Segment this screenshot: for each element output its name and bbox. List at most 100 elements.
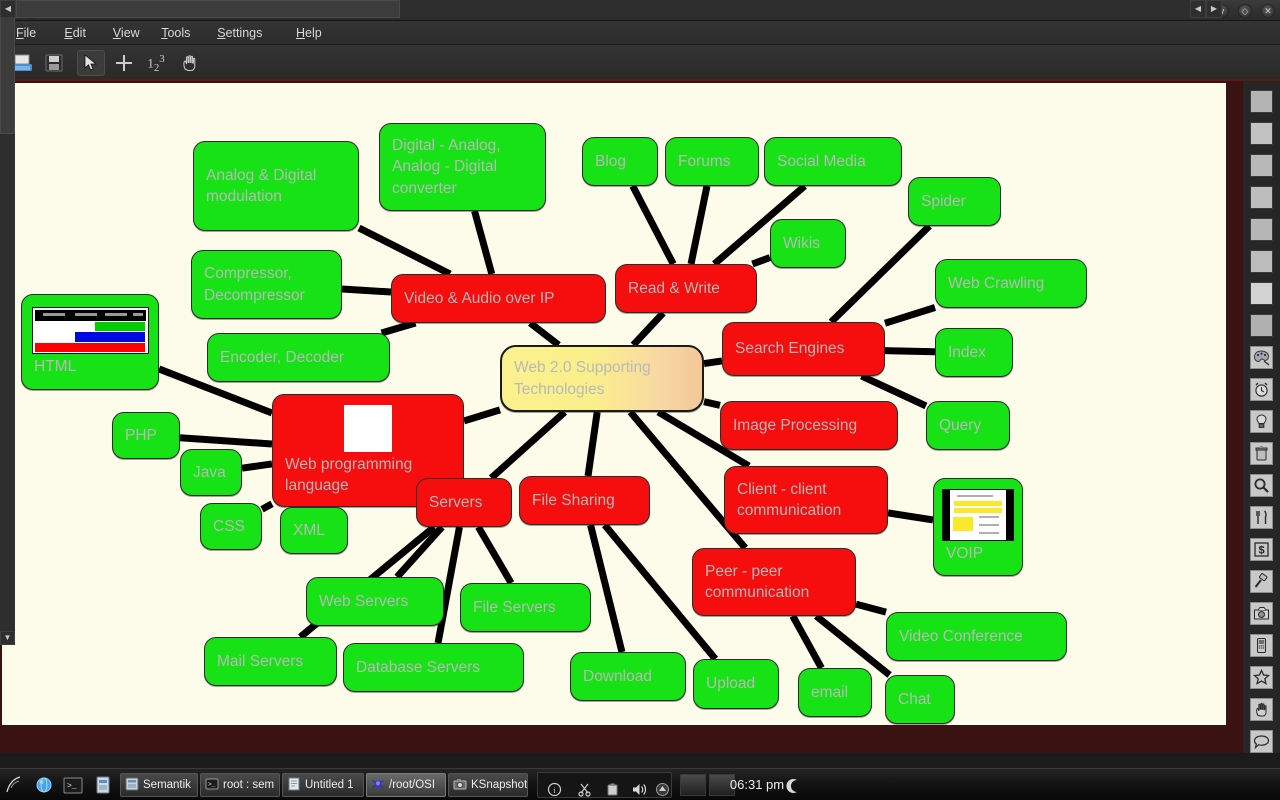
node-label: Video Conference [899,627,1023,645]
photo-portrait-icon[interactable] [1250,602,1273,625]
node-video-audio-over-ip[interactable]: Video & Audio over IP [391,274,606,323]
node-query[interactable]: Query [926,401,1010,450]
node-peer-peer-communication[interactable]: Peer - peer communication [692,548,856,616]
node-web-crawling[interactable]: Web Crawling [935,259,1087,308]
node-web-2-0-supporting-technologies[interactable]: Web 2.0 Supporting Technologies [500,345,704,412]
node-blog[interactable]: Blog [582,137,658,186]
numbering-icon[interactable]: 123 [142,50,170,76]
color-swatch-1[interactable] [1250,90,1273,113]
menu-help[interactable]: Help [288,21,330,45]
scroll-left-button[interactable]: ◀ [0,0,16,18]
node-client-client-communication[interactable]: Client - client communication [724,466,888,534]
edge-analog-digital-modulation-to-video-audio-over-ip [357,224,452,278]
eject-icon[interactable] [654,781,671,798]
task-button-ksnapshot[interactable]: KSnapshot [448,773,528,797]
dollar-sign-icon[interactable]: $ [1250,538,1273,561]
node-search-engines[interactable]: Search Engines [722,322,885,376]
cutlery-icon[interactable] [1250,506,1273,529]
menu-edit[interactable]: Edit [56,21,94,45]
scissors-icon[interactable] [576,781,593,798]
volume-icon[interactable] [632,781,649,798]
node-download[interactable]: Download [570,652,686,701]
info-icon[interactable]: i [546,781,563,798]
task-button-root-osi[interactable]: /root/OSI [366,773,446,797]
clipboard-icon[interactable] [604,781,621,798]
close-button[interactable]: ✕ [1261,4,1275,18]
horizontal-scroll-thumb[interactable] [16,0,400,18]
color-swatch-7[interactable] [1250,282,1273,305]
node-compressor-decompressor[interactable]: Compressor, Decompressor [191,250,342,319]
pager-desktop-1[interactable] [680,774,706,796]
add-node-icon[interactable] [110,50,138,76]
node-label: Forums [678,152,731,170]
node-analog-digital-modulation[interactable]: Analog & Digital modulation [193,141,359,231]
trash-bin-icon[interactable] [1250,442,1273,465]
node-spider[interactable]: Spider [908,177,1001,226]
lightbulb-icon[interactable] [1250,410,1273,433]
task-button-root-sem[interactable]: >_ root : sem [200,773,280,797]
magnifier-icon[interactable] [1250,474,1273,497]
vertical-scrollbar[interactable]: ▲ ▼ [0,0,15,645]
menu-view[interactable]: View [105,21,148,45]
scroll-down-button[interactable]: ▼ [0,631,15,645]
node-image-processing[interactable]: Image Processing [720,401,898,450]
edge-css-to-web-programming-language [260,500,274,513]
mindmap-canvas[interactable]: Analog & Digital modulation Digital - Ana… [2,83,1226,725]
color-swatch-5[interactable] [1250,218,1273,241]
alarm-clock-icon[interactable] [1250,378,1273,401]
node-digital-analog-converter[interactable]: Digital - Analog, Analog - Digital conve… [379,123,546,211]
scroll-right-button-left[interactable]: ◀ [1190,0,1206,18]
node-css[interactable]: CSS [200,503,262,550]
moon-icon[interactable] [784,777,802,795]
node-index[interactable]: Index [935,328,1013,377]
gavel-icon[interactable] [1250,570,1273,593]
node-file-servers[interactable]: File Servers [460,583,591,632]
hand-icon[interactable] [1250,698,1273,721]
select-tool-icon[interactable] [77,50,105,76]
node-encoder-decoder[interactable]: Encoder, Decoder [207,333,390,382]
node-label: File Sharing [532,491,615,509]
node-java[interactable]: Java [180,449,242,496]
node-upload[interactable]: Upload [693,659,779,709]
node-php[interactable]: PHP [112,412,180,459]
node-mail-servers[interactable]: Mail Servers [204,637,337,686]
speech-bubble-icon[interactable] [1250,730,1273,753]
color-swatch-3[interactable] [1250,154,1273,177]
color-swatch-8[interactable] [1250,314,1273,337]
terminal-icon[interactable]: >_ [62,774,84,796]
maximize-button[interactable]: ◇ [1238,4,1252,18]
task-button-untitled-1[interactable]: Untitled 1 [282,773,364,797]
node-social-media[interactable]: Social Media [764,137,902,186]
node-label: Upload [706,675,756,693]
color-swatch-4[interactable] [1250,186,1273,209]
vertical-scroll-thumb[interactable] [0,14,15,134]
menu-tools[interactable]: Tools [153,21,198,45]
pan-tool-icon[interactable] [176,50,204,76]
menu-settings[interactable]: Settings [209,21,270,45]
save-icon[interactable] [40,50,68,76]
node-voip[interactable]: VOIP [933,478,1023,576]
star-icon[interactable] [1250,666,1273,689]
scroll-right-button[interactable]: ▶ [1206,0,1222,18]
color-swatch-6[interactable] [1250,250,1273,273]
color-swatch-2[interactable] [1250,122,1273,145]
node-chat[interactable]: Chat [885,675,955,724]
node-web-servers[interactable]: Web Servers [306,577,444,626]
node-forums[interactable]: Forums [665,137,759,186]
node-read-write[interactable]: Read & Write [615,264,757,313]
node-file-sharing[interactable]: File Sharing [519,476,650,525]
node-wikis[interactable]: Wikis [770,219,846,268]
file-manager-icon[interactable] [92,774,114,796]
paint-palette-icon[interactable] [1250,346,1273,369]
node-email[interactable]: email [798,668,872,717]
mobile-phone-icon[interactable] [1250,634,1273,657]
node-video-conference[interactable]: Video Conference [886,612,1067,661]
task-button-semantik[interactable]: Semantik [120,773,198,797]
node-html[interactable]: HTML [21,294,159,390]
node-database-servers[interactable]: Database Servers [343,643,524,692]
node-xml[interactable]: XML [280,507,348,554]
edge-index-to-search-engines [884,347,936,356]
node-web-programming-language[interactable]: Web programming language [272,394,464,507]
desktop-globe-icon[interactable] [33,774,55,796]
k-menu-icon[interactable] [4,774,26,796]
